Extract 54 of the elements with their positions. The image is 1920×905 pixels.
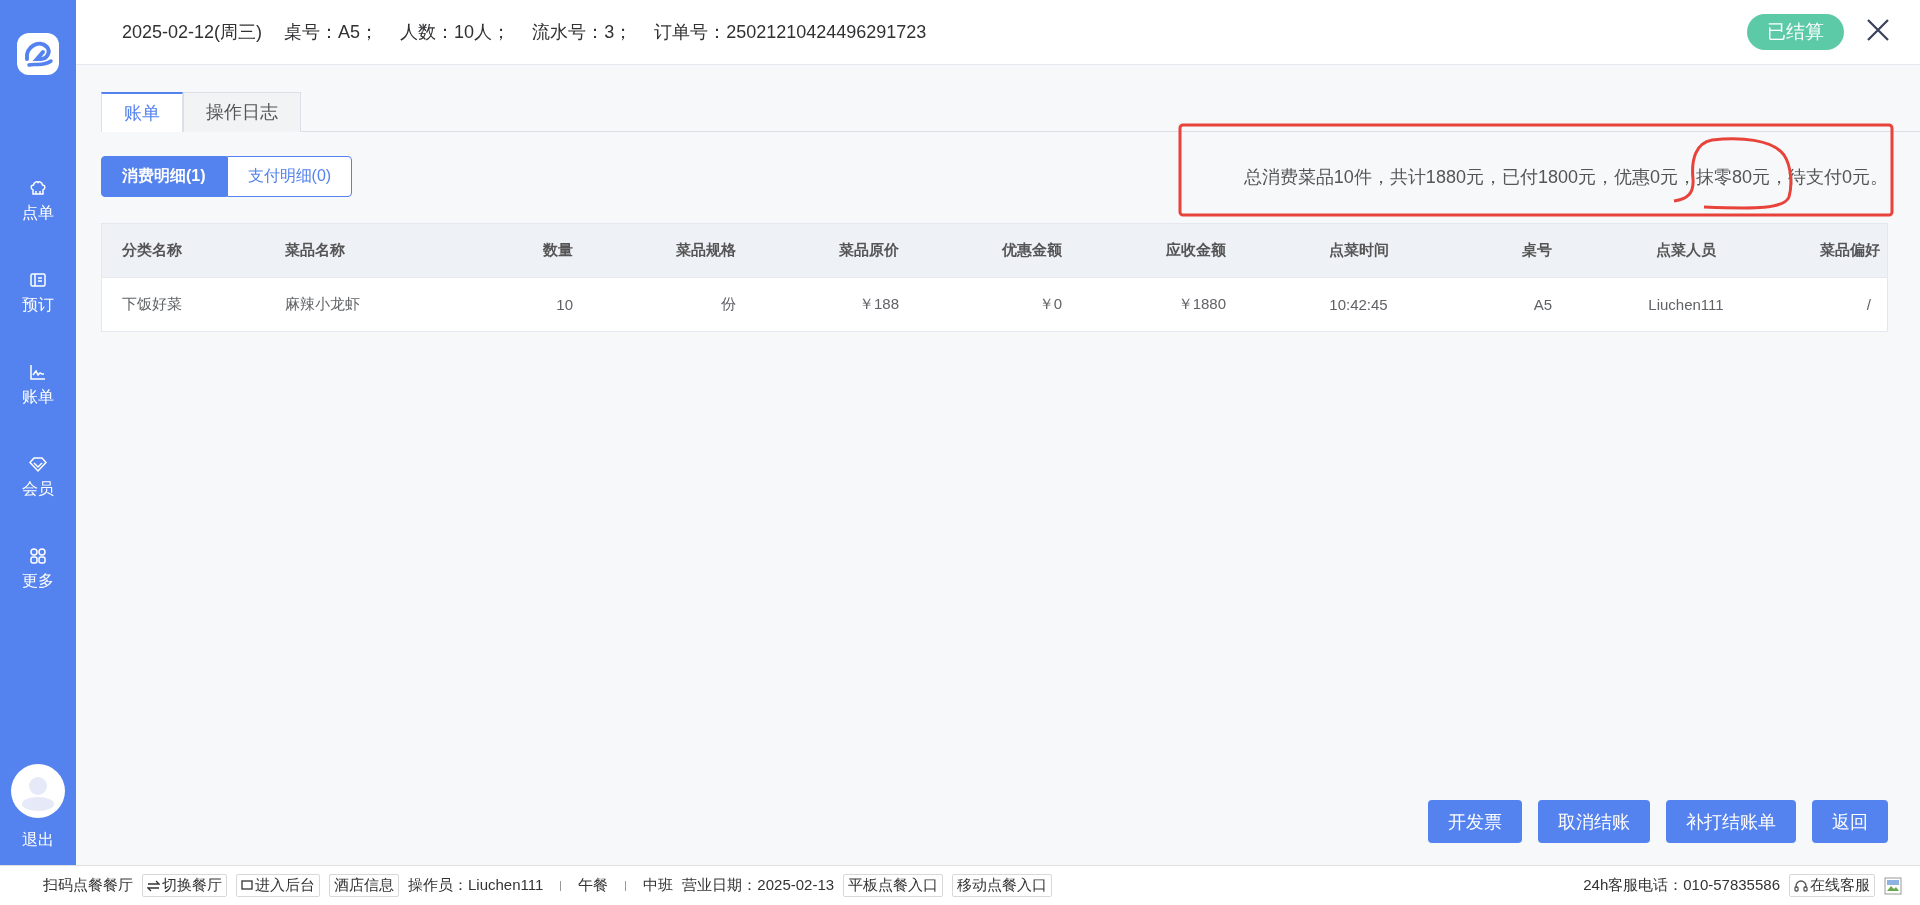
column-header: 菜品偏好 xyxy=(1819,241,1881,260)
action-button[interactable]: 开发票 xyxy=(1428,800,1522,843)
status-text: 午餐 xyxy=(578,876,609,895)
table-cell-text: 10:42:45 xyxy=(1328,296,1389,313)
status-text: 操作员：Liuchen111 xyxy=(408,876,544,895)
column-header: 菜品原价 xyxy=(838,241,900,260)
order-info-text: 订单号：25021210424496291723 xyxy=(654,21,927,44)
action-button[interactable]: 返回 xyxy=(1812,800,1888,843)
status-text: 中班 xyxy=(643,876,674,895)
table-cell-text: / xyxy=(1865,296,1872,313)
segment-tab[interactable]: 支付明细(0) xyxy=(226,156,353,197)
order-info-text: 2025-02-12(周三) xyxy=(122,21,263,44)
table-cell-text: Liuchen111 xyxy=(1647,296,1725,313)
column-header: 菜品规格 xyxy=(675,241,737,260)
nav-item[interactable]: 点单 xyxy=(22,179,54,271)
tab[interactable]: 操作日志 xyxy=(183,92,301,132)
status-text: 营业日期：2025-02-13 xyxy=(682,876,835,895)
tab[interactable]: 账单 xyxy=(101,92,183,132)
status-bar-button[interactable]: 平板点餐入口 xyxy=(843,874,944,897)
action-button[interactable]: 取消结账 xyxy=(1538,800,1650,843)
column-header: 数量 xyxy=(542,241,574,260)
column-header: 分类名称 xyxy=(121,241,183,260)
nav-item[interactable]: 预订 xyxy=(22,271,54,363)
column-header: 点菜人员 xyxy=(1655,241,1717,260)
status-bar-button[interactable]: 酒店信息 xyxy=(329,874,399,897)
action-button[interactable]: 补打结账单 xyxy=(1666,800,1796,843)
table-cell-text: 下饭好菜 xyxy=(121,295,183,314)
column-header: 点菜时间 xyxy=(1327,241,1390,260)
table-cell-text: A5 xyxy=(1532,296,1553,313)
status-badge: 已结算 xyxy=(1747,14,1844,50)
table-cell-text: 麻辣小龙虾 xyxy=(284,295,361,314)
nav-item[interactable]: 更多 xyxy=(22,547,54,639)
table-cell-text: 10 xyxy=(555,296,574,313)
table-cell-text: ￥1880 xyxy=(1176,295,1227,314)
logout-link[interactable]: 退出 xyxy=(22,830,54,851)
nav-item[interactable]: 会员 xyxy=(22,455,54,547)
column-header: 桌号 xyxy=(1521,241,1553,260)
status-bar-button[interactable]: 在线客服 xyxy=(1789,874,1875,897)
status-text: 24h客服电话：010-57835586 xyxy=(1583,876,1780,895)
column-header: 菜品名称 xyxy=(284,241,346,260)
table-cell-text: ￥0 xyxy=(1037,295,1063,314)
order-info-text: 桌号：A5； xyxy=(284,21,379,44)
status-bar-button[interactable]: 进入后台 xyxy=(236,874,320,897)
status-text: 扫码点餐餐厅 xyxy=(43,876,133,895)
order-info-text: 流水号：3； xyxy=(532,21,633,44)
nav-item[interactable]: 账单 xyxy=(22,363,54,455)
segment-tab[interactable]: 消费明细(1) xyxy=(101,156,227,197)
table-cell-text: ￥188 xyxy=(857,295,900,314)
status-bar-button[interactable]: 移动点餐入口 xyxy=(952,874,1053,897)
column-header: 应收金额 xyxy=(1165,241,1227,260)
order-info-text: 人数：10人； xyxy=(400,21,511,44)
column-header: 优惠金额 xyxy=(1000,241,1063,260)
table-cell-text: 份 xyxy=(720,295,737,314)
status-bar-button[interactable]: 切换餐厅 xyxy=(142,874,227,897)
